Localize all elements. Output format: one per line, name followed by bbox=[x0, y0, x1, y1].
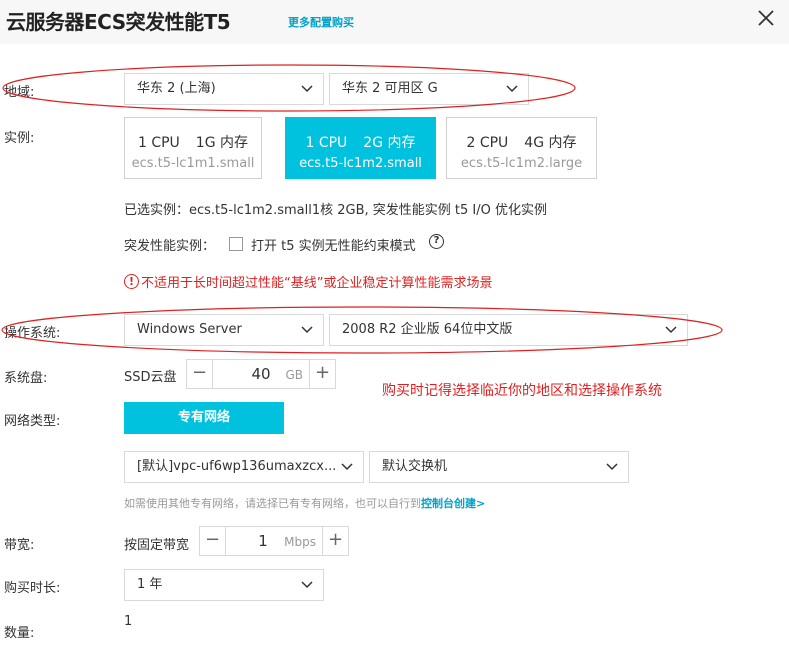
instance-warning: ! 不适用于长时间超过性能“基线”或企业稳定计算性能需求场景 bbox=[124, 272, 492, 291]
console-create-link[interactable]: 控制台创建> bbox=[421, 497, 485, 510]
instance-cpu: 1 CPU bbox=[305, 135, 348, 151]
minus-icon[interactable]: − bbox=[200, 527, 226, 555]
zone-select-value: 华东 2 可用区 G bbox=[342, 81, 438, 96]
instance-spec: ecs.t5-lc1m2.small bbox=[299, 156, 422, 171]
selected-instance-info: 已选实例：ecs.t5-lc1m2.small1核 2GB, 突发性能实例 t5… bbox=[124, 203, 547, 218]
instance-mem: 4G 内存 bbox=[524, 135, 577, 151]
disk-label: 系统盘: bbox=[4, 371, 48, 386]
vpc-select-value: [默认]vpc-uf6wp136umaxzcx... bbox=[137, 459, 337, 474]
os-type-select[interactable]: Windows Server bbox=[124, 314, 324, 346]
disk-size-field[interactable]: 40 GB bbox=[213, 360, 309, 388]
plus-icon[interactable]: + bbox=[309, 360, 335, 388]
dialog-title: 云服务器ECS突发性能T5 bbox=[6, 10, 231, 34]
chevron-down-icon bbox=[341, 463, 353, 471]
chevron-down-icon bbox=[665, 326, 677, 334]
quantity-value[interactable]: 1 bbox=[124, 614, 132, 629]
disk-size-stepper[interactable]: − 40 GB + bbox=[186, 359, 336, 389]
quantity-label: 数量: bbox=[4, 626, 35, 641]
network-hint: 如需使用其他专有网络，请选择已有专有网络，也可以自行到控制台创建> bbox=[124, 495, 485, 511]
region-label: 地域: bbox=[4, 85, 35, 100]
instance-option-selected[interactable]: 1 CPU 2G 内存 ecs.t5-lc1m2.small bbox=[285, 117, 436, 179]
os-version-select[interactable]: 2008 R2 企业版 64位中文版 bbox=[329, 314, 688, 346]
region-select-value: 华东 2 (上海) bbox=[137, 81, 216, 96]
chevron-down-icon bbox=[506, 85, 518, 93]
plus-icon[interactable]: + bbox=[322, 527, 348, 555]
instance-mem: 1G 内存 bbox=[195, 135, 249, 151]
bandwidth-label: 带宽: bbox=[4, 538, 35, 553]
instance-spec: ecs.t5-lc1m1.small bbox=[131, 156, 255, 171]
burst-label: 突发性能实例： bbox=[124, 239, 216, 254]
duration-select-value: 1 年 bbox=[137, 577, 163, 592]
chevron-down-icon bbox=[606, 463, 618, 471]
os-type-value: Windows Server bbox=[137, 322, 242, 337]
question-icon[interactable]: ? bbox=[429, 234, 444, 249]
instance-warning-text: 不适用于长时间超过性能“基线”或企业稳定计算性能需求场景 bbox=[141, 276, 493, 291]
instance-option-large[interactable]: 2 CPU 4G 内存 ecs.t5-lc1m2.large bbox=[446, 117, 597, 179]
network-label: 网络类型: bbox=[4, 414, 61, 429]
instance-cpu: 2 CPU bbox=[466, 135, 509, 151]
instance-mem: 2G 内存 bbox=[363, 135, 416, 151]
bandwidth-stepper[interactable]: − 1 Mbps + bbox=[199, 526, 349, 556]
disk-type: SSD云盘 bbox=[124, 370, 177, 385]
vpc-select[interactable]: [默认]vpc-uf6wp136umaxzcx... bbox=[124, 451, 364, 483]
vswitch-select[interactable]: 默认交换机 bbox=[369, 451, 629, 483]
burst-unlimited-checkbox[interactable] bbox=[229, 237, 243, 251]
vpc-network-button[interactable]: 专有网络 bbox=[124, 402, 284, 434]
chevron-down-icon bbox=[301, 581, 313, 589]
minus-icon[interactable]: − bbox=[187, 360, 213, 388]
chevron-down-icon bbox=[301, 326, 313, 334]
bandwidth-type: 按固定带宽 bbox=[124, 538, 190, 553]
zone-select[interactable]: 华东 2 可用区 G bbox=[329, 73, 529, 105]
disk-size-unit: GB bbox=[285, 368, 303, 382]
dialog-header: 云服务器ECS突发性能T5 更多配置购买 bbox=[0, 0, 789, 44]
bandwidth-field[interactable]: 1 Mbps bbox=[226, 527, 322, 555]
instance-spec: ecs.t5-lc1m2.large bbox=[460, 156, 583, 171]
instance-label: 实例: bbox=[4, 131, 35, 146]
instance-option-small[interactable]: 1 CPU 1G 内存 ecs.t5-lc1m1.small bbox=[124, 117, 262, 179]
duration-label: 购买时长: bbox=[4, 581, 61, 596]
network-hint-text: 如需使用其他专有网络，请选择已有专有网络，也可以自行到 bbox=[124, 497, 421, 510]
bandwidth-unit: Mbps bbox=[284, 535, 316, 549]
burst-checkbox-label[interactable]: 打开 t5 实例无性能约束模式 bbox=[251, 235, 416, 254]
duration-select[interactable]: 1 年 bbox=[124, 569, 324, 601]
close-icon[interactable] bbox=[756, 8, 776, 28]
os-version-value: 2008 R2 企业版 64位中文版 bbox=[342, 322, 513, 337]
vswitch-select-value: 默认交换机 bbox=[382, 459, 448, 474]
instance-cpu: 1 CPU bbox=[137, 135, 180, 151]
annotation-note: 购买时记得选择临近你的地区和选择操作系统 bbox=[382, 383, 662, 399]
os-label: 操作系统: bbox=[4, 326, 61, 341]
chevron-down-icon bbox=[301, 85, 313, 93]
more-config-link[interactable]: 更多配置购买 bbox=[288, 14, 354, 30]
region-select[interactable]: 华东 2 (上海) bbox=[124, 73, 324, 105]
info-icon: ! bbox=[124, 274, 139, 289]
